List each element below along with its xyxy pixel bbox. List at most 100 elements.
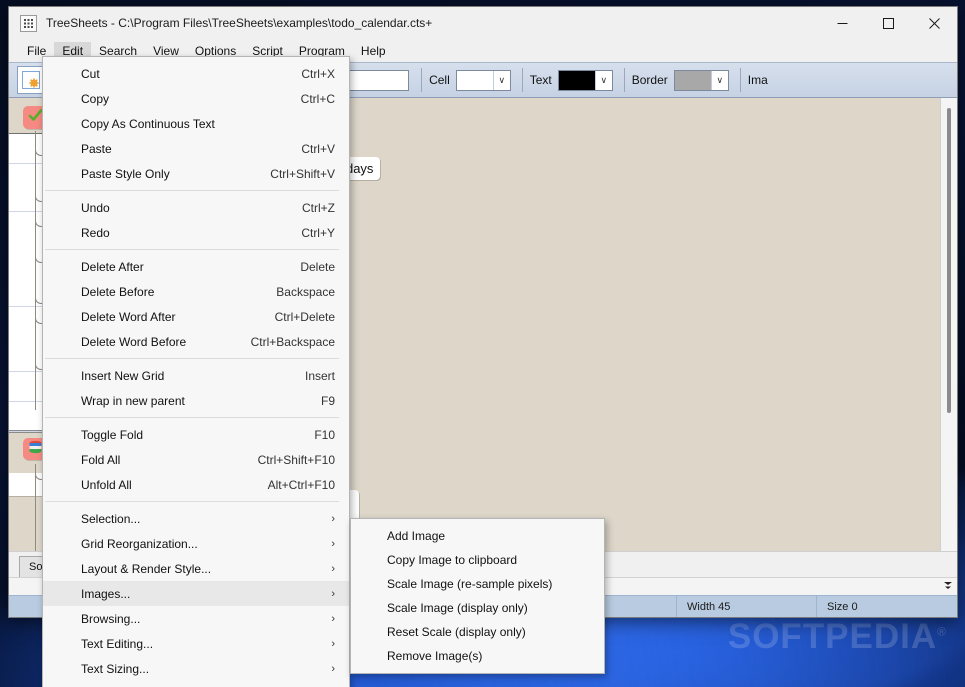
menu-item-shortcut: Insert <box>304 368 335 383</box>
border-color-picker[interactable]: ∨ <box>673 69 729 91</box>
menu-item-cut[interactable]: Cut Ctrl+X <box>43 61 349 86</box>
watermark-registered-mark: ® <box>937 624 947 639</box>
menu-item-delete-word-before[interactable]: Delete Word Before Ctrl+Backspace <box>43 329 349 354</box>
menu-item-label: Text Editing... <box>81 636 154 651</box>
menu-item-toggle-fold[interactable]: Toggle Fold F10 <box>43 422 349 447</box>
submenu-item-scale-image-re-sample-pixels[interactable]: Scale Image (re-sample pixels) <box>351 572 604 596</box>
chevron-right-icon: › <box>331 512 335 525</box>
menu-separator <box>45 501 339 502</box>
window-titlebar: TreeSheets - C:\Program Files\TreeSheets… <box>9 7 957 40</box>
chevron-right-icon: › <box>331 662 335 675</box>
submenu-item-reset-scale-display-only[interactable]: Reset Scale (display only) <box>351 620 604 644</box>
submenu-item-label: Remove Image(s) <box>387 649 483 663</box>
vertical-scrollbar[interactable] <box>940 98 957 551</box>
menu-item-delete-after[interactable]: Delete After Delete <box>43 254 349 279</box>
menu-item-selection[interactable]: Selection... › <box>43 506 349 531</box>
menu-item-shortcut: F9 <box>320 393 335 408</box>
cell-color-label: Cell <box>429 73 450 87</box>
image-label: Ima <box>747 73 768 87</box>
menu-item-images[interactable]: Images... › <box>43 581 349 606</box>
menu-item-label: Undo <box>81 200 110 215</box>
menu-item-label: Wrap in new parent <box>81 393 185 408</box>
chevron-right-icon: › <box>331 537 335 550</box>
submenu-item-label: Reset Scale (display only) <box>387 625 526 639</box>
toolbar-separator <box>623 68 625 92</box>
toolbar-separator <box>739 68 741 92</box>
menu-item-label: Fold All <box>81 452 121 467</box>
submenu-item-scale-image-display-only[interactable]: Scale Image (display only) <box>351 596 604 620</box>
chevron-right-icon: › <box>331 612 335 625</box>
new-document-icon[interactable] <box>17 66 45 94</box>
menu-item-browsing[interactable]: Browsing... › <box>43 606 349 631</box>
green-check-icon <box>28 108 43 127</box>
menu-item-redo[interactable]: Redo Ctrl+Y <box>43 220 349 245</box>
menu-item-label: Unfold All <box>81 477 132 492</box>
submenu-item-label: Copy Image to clipboard <box>387 553 518 567</box>
submenu-item-label: Scale Image (display only) <box>387 601 528 615</box>
submenu-item-label: Scale Image (re-sample pixels) <box>387 577 553 591</box>
status-size: Size 0 <box>827 600 858 613</box>
menu-item-shortcut: Ctrl+V <box>301 141 335 156</box>
treesheets-icon <box>20 14 37 32</box>
menu-separator <box>45 417 339 418</box>
menu-item-text-sizing[interactable]: Text Sizing... › <box>43 656 349 681</box>
menu-item-label: Redo <box>81 225 110 240</box>
menu-item-label: Text Sizing... <box>81 661 150 676</box>
chevron-down-icon[interactable]: ∨ <box>594 70 612 90</box>
menu-item-grid-reorganization[interactable]: Grid Reorganization... › <box>43 531 349 556</box>
menu-item-shortcut: F10 <box>314 427 335 442</box>
submenu-item-copy-image-to-clipboard[interactable]: Copy Image to clipboard <box>351 548 604 572</box>
vertical-scrollbar-thumb[interactable] <box>947 108 951 413</box>
menu-item-undo[interactable]: Undo Ctrl+Z <box>43 195 349 220</box>
menu-item-text-editing[interactable]: Text Editing... › <box>43 631 349 656</box>
menu-item-wrap-in-new-parent[interactable]: Wrap in new parent F9 <box>43 388 349 413</box>
menu-item-layout-render-style[interactable]: Layout & Render Style... › <box>43 556 349 581</box>
edit-dropdown-menu[interactable]: Cut Ctrl+X Copy Ctrl+C Copy As Continuous Te… <box>42 56 350 687</box>
menubar-item-help[interactable]: Help <box>353 42 394 60</box>
menu-item-shortcut: Alt+Ctrl+F10 <box>267 477 335 492</box>
menu-item-fold-all[interactable]: Fold All Ctrl+Shift+F10 <box>43 447 349 472</box>
text-color-picker[interactable]: ∨ <box>557 69 613 91</box>
menu-item-label: Cut <box>81 66 100 81</box>
menu-item-label: Images... <box>81 586 131 601</box>
toolbar-separator <box>421 68 423 92</box>
menu-item-shortcut: Ctrl+Delete <box>274 309 335 324</box>
menu-item-insert-new-grid[interactable]: Insert New Grid Insert <box>43 363 349 388</box>
text-color-label: Text <box>529 73 552 87</box>
cell-color-swatch <box>456 70 493 90</box>
chevron-down-icon[interactable]: ∨ <box>492 70 510 90</box>
menu-item-label: Copy <box>81 91 110 106</box>
menu-item-label: Grid Reorganization... <box>81 536 198 551</box>
window-title: TreeSheets - C:\Program Files\TreeSheets… <box>46 16 433 30</box>
cell-color-picker[interactable]: ∨ <box>455 69 511 91</box>
menu-item-copy[interactable]: Copy Ctrl+C <box>43 86 349 111</box>
menu-item-label: Delete Word After <box>81 309 176 324</box>
close-button[interactable] <box>911 7 957 39</box>
scroll-down-icon[interactable] <box>943 580 953 593</box>
menu-item-paste-style-only[interactable]: Paste Style Only Ctrl+Shift+V <box>43 161 349 186</box>
menu-separator <box>45 190 339 191</box>
images-submenu[interactable]: Add Image Copy Image to clipboard Scale Im… <box>350 518 605 674</box>
status-width: Width 45 <box>677 596 817 617</box>
submenu-item-remove-image-s[interactable]: Remove Image(s) <box>351 644 604 668</box>
menu-item-copy-as-continuous-text[interactable]: Copy As Continuous Text <box>43 111 349 136</box>
menu-item-label: Layout & Render Style... <box>81 561 212 576</box>
border-color-swatch <box>674 70 711 90</box>
menu-item-shortcut: Ctrl+Z <box>302 200 335 215</box>
submenu-item-add-image[interactable]: Add Image <box>351 524 604 548</box>
maximize-button[interactable] <box>865 7 911 39</box>
minimize-button[interactable] <box>819 7 865 39</box>
watermark-text: SOFTPEDIA <box>727 617 938 656</box>
menu-item-label: Delete Word Before <box>81 334 187 349</box>
chevron-down-icon[interactable]: ∨ <box>710 70 728 90</box>
menu-item-paste[interactable]: Paste Ctrl+V <box>43 136 349 161</box>
chevron-right-icon: › <box>331 587 335 600</box>
menu-item-shortcut: Ctrl+Y <box>301 225 335 240</box>
menu-item-delete-word-after[interactable]: Delete Word After Ctrl+Delete <box>43 304 349 329</box>
menu-item-label: Paste Style Only <box>81 166 170 181</box>
menu-item-delete-before[interactable]: Delete Before Backspace <box>43 279 349 304</box>
menu-item-shortcut: Ctrl+C <box>300 91 335 106</box>
menu-item-unfold-all[interactable]: Unfold All Alt+Ctrl+F10 <box>43 472 349 497</box>
menu-item-shortcut: Delete <box>300 259 335 274</box>
menu-item-text-style[interactable]: Text Style...› <box>43 681 349 687</box>
